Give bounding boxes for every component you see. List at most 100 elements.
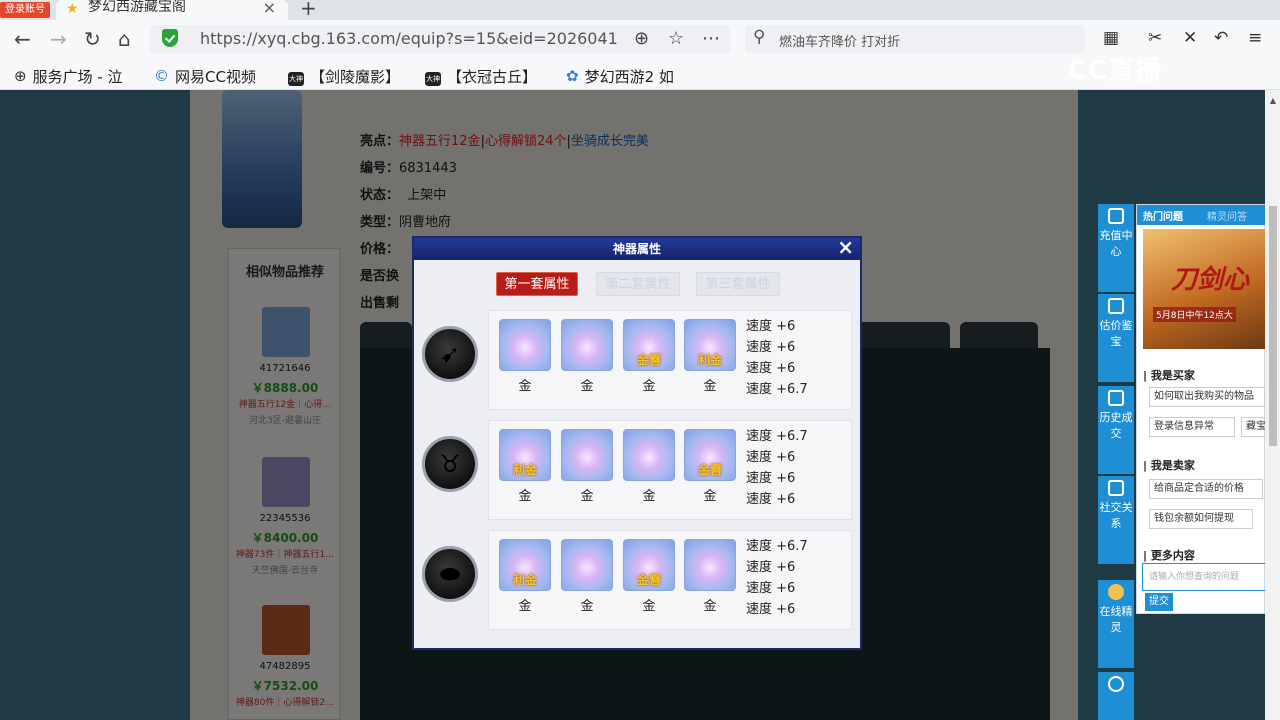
bookmark-item[interactable]: 大神 【剑陵魔影】 — [288, 66, 400, 87]
globe-icon: ⊕ — [14, 67, 27, 85]
more-options-icon[interactable]: ⋯ — [702, 28, 720, 49]
new-tab-button[interactable]: + — [300, 0, 317, 20]
paw-icon: ✿ — [566, 67, 579, 85]
headset-button[interactable] — [1098, 672, 1134, 720]
stat-line: 速度 +6 — [746, 560, 796, 575]
address-bar[interactable]: https://xyq.cbg.163.com/equip?s=15&eid=2… — [150, 25, 730, 53]
search-suggestion-text[interactable]: 燃油车齐降价 打对折 — [779, 31, 900, 50]
tab-close-icon[interactable]: × — [263, 0, 276, 17]
gem-slot[interactable] — [623, 429, 675, 481]
close-icon[interactable]: × — [837, 236, 854, 258]
bookmark-item[interactable]: © 网易CC视频 — [154, 66, 256, 87]
tab-title: 梦幻西游藏宝阁 — [88, 0, 186, 15]
gem-slot[interactable] — [561, 319, 613, 371]
tab-hot-questions[interactable]: 热门问题 — [1143, 208, 1183, 223]
gem-slot[interactable]: 金簪 — [684, 429, 736, 481]
stat-line: 速度 +6 — [746, 340, 796, 355]
stat-line: 速度 +6 — [746, 361, 796, 376]
gem-slot[interactable]: 金簪 — [623, 319, 675, 371]
tab-set-3[interactable]: 第三套属性 — [696, 272, 780, 296]
apps-grid-icon[interactable]: ▦ — [1103, 28, 1119, 48]
attribute-row: 利金 金簪 金 金 金 金 速度 +6.7 速度 +6 速度 +6 速度 +6 — [488, 530, 852, 630]
bookmark-item[interactable]: ⊕ 服务广场 - 泣 — [14, 66, 123, 87]
tools-icon[interactable]: ✕ — [1183, 28, 1197, 48]
gem-slot[interactable] — [561, 429, 613, 481]
help-tabs: 热门问题 精灵问答 — [1137, 205, 1266, 225]
faq-item[interactable]: 登录信息异常 — [1149, 417, 1235, 437]
reload-button[interactable]: ↻ — [84, 28, 101, 50]
seller-heading: | 我是卖家 — [1143, 459, 1195, 472]
zoom-icon[interactable]: ⊕ — [634, 28, 649, 49]
gem-name: 金 — [580, 599, 594, 614]
scrollbar[interactable]: ▲ — [1268, 96, 1278, 716]
browser-tab[interactable]: ★ 梦幻西游藏宝阁 × — [56, 0, 288, 20]
artifact-attributes-modal: 神器属性 × 第一套属性 第二套属性 第三套属性 ➹ 金簪 利金 金 金 金 金… — [412, 236, 862, 650]
recharge-button[interactable]: 充值中心 — [1098, 204, 1134, 292]
undo-icon[interactable]: ↶ — [1214, 28, 1228, 48]
login-account-badge[interactable]: 登录账号 — [0, 2, 50, 18]
tab-elf-qa[interactable]: 精灵问答 — [1207, 208, 1247, 223]
attribute-row: 利金 金簪 金 金 金 金 速度 +6.7 速度 +6 速度 +6 速度 +6 — [488, 420, 852, 520]
stat-line: 速度 +6.7 — [746, 382, 808, 397]
faq-item[interactable]: 如何取出我购买的物品 — [1149, 387, 1265, 407]
gem-name: 金 — [642, 379, 656, 394]
attribute-row: 金簪 利金 金 金 金 金 速度 +6 速度 +6 速度 +6 速度 +6.7 — [488, 310, 852, 410]
scroll-thumb[interactable] — [1269, 206, 1277, 446]
url-text[interactable]: https://xyq.cbg.163.com/equip?s=15&eid=2… — [200, 29, 620, 48]
scroll-up-icon[interactable]: ▲ — [1268, 96, 1278, 105]
gem-slot[interactable] — [561, 539, 613, 591]
gem-name: 金 — [580, 379, 594, 394]
gem-slot[interactable]: 利金 — [499, 539, 551, 591]
online-assistant-button[interactable]: 在线精灵 — [1098, 580, 1134, 668]
tab-set-2[interactable]: 第二套属性 — [596, 272, 680, 296]
question-input[interactable]: 请输入你想查询的问题 — [1142, 563, 1266, 591]
gem-name: 金 — [518, 379, 532, 394]
cc-video-icon: © — [154, 67, 169, 85]
bookmark-star-icon[interactable]: ☆ — [668, 28, 684, 49]
gem-slot[interactable]: 金簪 — [623, 539, 675, 591]
gem-name: 金 — [580, 489, 594, 504]
gem-name: 金 — [518, 599, 532, 614]
stat-line: 速度 +6 — [746, 319, 796, 334]
headset-icon — [1108, 676, 1124, 692]
stat-line: 速度 +6 — [746, 602, 796, 617]
search-icon: ⚲ — [753, 27, 766, 47]
weapon-slot-icon: ➹ — [422, 326, 478, 382]
stat-line: 速度 +6 — [746, 450, 796, 465]
help-panel: 热门问题 精灵问答 刀剑心 5月8日中午12点大 | 我是买家 如何取出我购买的… — [1136, 204, 1266, 614]
dashen-icon: 大神 — [425, 72, 441, 86]
home-button[interactable]: ⌂ — [118, 28, 131, 50]
faq-item[interactable]: 藏宝 — [1241, 417, 1266, 437]
gem-name: 金 — [518, 489, 532, 504]
accessory-slot-icon: ⬬ — [422, 546, 478, 602]
menu-icon[interactable]: ≡ — [1248, 28, 1262, 48]
assistant-avatar-icon — [1108, 584, 1124, 600]
history-button[interactable]: 历史成交 — [1098, 386, 1134, 474]
stat-line: 速度 +6 — [746, 492, 796, 507]
bookmark-item[interactable]: 大神 【衣冠古丘】 — [425, 66, 537, 87]
gem-name: 金 — [642, 599, 656, 614]
social-icon — [1108, 480, 1124, 496]
stat-line: 速度 +6.7 — [746, 539, 808, 554]
more-heading: | 更多内容 — [1143, 549, 1195, 562]
social-button[interactable]: 社交关系 — [1098, 476, 1134, 564]
search-box[interactable]: ⚲ 燃油车齐降价 打对折 — [745, 25, 1085, 53]
gem-slot[interactable] — [684, 539, 736, 591]
submit-button[interactable]: 提交 — [1145, 593, 1173, 611]
back-button[interactable]: ← — [14, 28, 31, 50]
gem-slot[interactable]: 利金 — [684, 319, 736, 371]
faq-item[interactable]: 给商品定合适的价格 — [1149, 479, 1263, 499]
gem-slot[interactable]: 利金 — [499, 429, 551, 481]
appraisal-button[interactable]: 估价鉴宝 — [1098, 294, 1134, 382]
gem-slot[interactable] — [499, 319, 551, 371]
bookmark-item[interactable]: ✿ 梦幻西游2 如 — [566, 66, 674, 87]
faq-item[interactable]: 钱包余额如何提现 — [1149, 509, 1253, 529]
tab-set-1[interactable]: 第一套属性 — [496, 272, 578, 296]
banner-title: 刀剑心 — [1171, 265, 1250, 295]
promo-banner[interactable]: 刀剑心 5月8日中午12点大 — [1143, 229, 1265, 349]
forward-button[interactable]: → — [50, 28, 67, 50]
cut-icon[interactable]: ✂ — [1148, 28, 1162, 48]
site-favicon-icon: ★ — [66, 1, 79, 17]
gem-name: 金 — [642, 489, 656, 504]
gem-name: 金 — [703, 489, 717, 504]
